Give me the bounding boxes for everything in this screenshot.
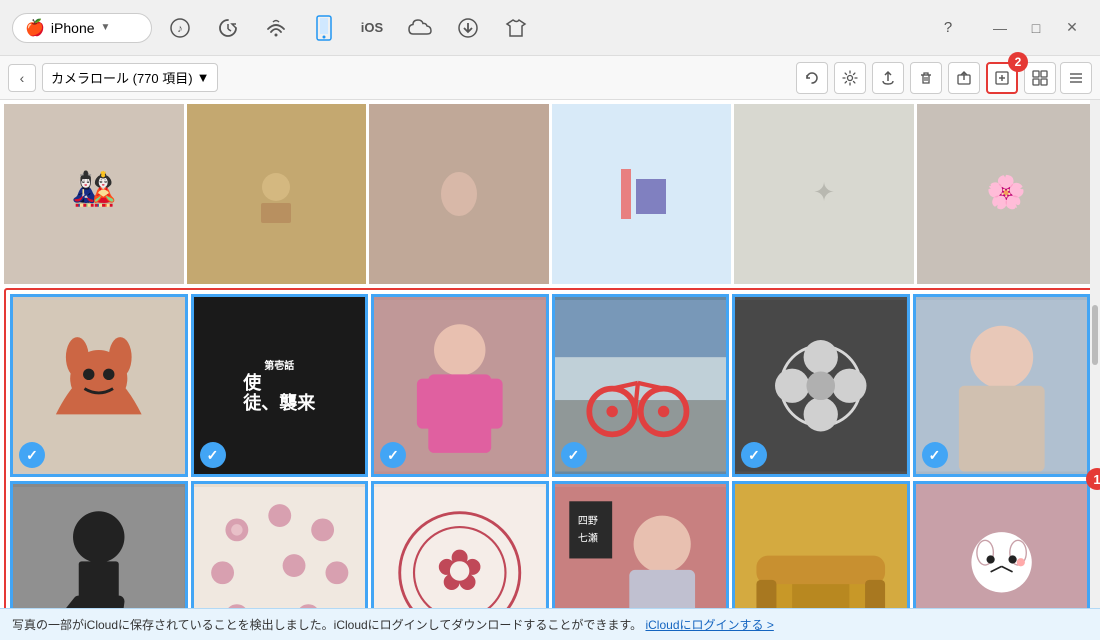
album-selector[interactable]: カメラロール (770 項目) ▼	[42, 63, 218, 92]
selection-border: 1 ✓ 第壱話 使徒、襲来 ✓	[4, 288, 1096, 609]
photo-item[interactable]: 🌸	[917, 104, 1097, 284]
shirt-icon[interactable]	[496, 8, 536, 48]
photo-item[interactable]: ✓	[191, 481, 369, 608]
photo-item[interactable]: 🎎	[4, 104, 184, 284]
main-content: 🎎 ✦ 🌸	[0, 100, 1100, 608]
photo-item[interactable]	[187, 104, 367, 284]
album-name-label: カメラロール (770 項目)	[51, 68, 193, 87]
svg-text:四野: 四野	[577, 515, 597, 527]
download-icon[interactable]	[448, 8, 488, 48]
scroll-thumb[interactable]	[1092, 305, 1098, 365]
svg-text:✿: ✿	[436, 539, 484, 603]
notification-bar: 写真の一部がiCloudに保存されていることを検出しました。iCloudにログイ…	[0, 608, 1100, 640]
ios-icon[interactable]: iOS	[352, 8, 392, 48]
list-view-button[interactable]	[1060, 62, 1092, 94]
help-icon[interactable]: ?	[928, 8, 968, 48]
photo-item[interactable]: 第壱話 使徒、襲来 ✓	[191, 294, 369, 478]
photo-item[interactable]: ✿ ✓	[371, 481, 549, 608]
scrollbar[interactable]	[1090, 100, 1100, 608]
svg-text:♪: ♪	[177, 23, 183, 35]
badge-2: 2	[1008, 52, 1028, 72]
export-button[interactable]	[948, 62, 980, 94]
check-icon: ✓	[380, 442, 406, 468]
upload-button[interactable]	[872, 62, 904, 94]
svg-text:七瀬: 七瀬	[577, 532, 597, 544]
phone-icon[interactable]	[304, 8, 344, 48]
icloud-login-link[interactable]: iCloudにログインする >	[645, 616, 773, 633]
top-photo-row: 🎎 ✦ 🌸	[0, 100, 1100, 286]
device-selector[interactable]: 🍎 iPhone ▼	[12, 13, 152, 43]
photo-item[interactable]: ✓	[371, 294, 549, 478]
check-icon: ✓	[200, 442, 226, 468]
selected-region: 1 ✓ 第壱話 使徒、襲来 ✓	[0, 288, 1100, 609]
secondary-toolbar: ‹ カメラロール (770 項目) ▼ 2	[0, 56, 1100, 100]
svg-text:✦: ✦	[813, 177, 835, 207]
device-name-label: iPhone	[51, 20, 95, 36]
photo-item[interactable]: ✓	[913, 294, 1091, 478]
cloud-icon[interactable]	[400, 8, 440, 48]
view-toggle	[1024, 62, 1092, 94]
back-button[interactable]: ‹	[8, 64, 36, 92]
maximize-button[interactable]: □	[1020, 12, 1052, 44]
photo-item[interactable]: ✓	[10, 294, 188, 478]
photo-item[interactable]: hello,hello kitty ✓	[913, 481, 1091, 608]
check-icon: ✓	[561, 442, 587, 468]
photo-item[interactable]	[552, 104, 732, 284]
apple-logo-icon: 🍎	[25, 18, 45, 38]
top-toolbar: 🍎 iPhone ▼ ♪ iOS ? — □ ✕	[0, 0, 1100, 56]
album-dropdown-arrow: ▼	[197, 70, 210, 85]
refresh-button[interactable]	[796, 62, 828, 94]
wifi-sync-icon[interactable]	[256, 8, 296, 48]
photo-item[interactable]: ✦	[734, 104, 914, 284]
selected-row-1: ✓ 第壱話 使徒、襲来 ✓ ✓	[6, 290, 1094, 480]
window-controls: — □ ✕	[984, 12, 1088, 44]
grid-view-button[interactable]	[1024, 62, 1056, 94]
check-icon: ✓	[741, 442, 767, 468]
photo-item[interactable]: ✓	[552, 294, 730, 478]
photo-item[interactable]: ✓	[732, 294, 910, 478]
delete-button[interactable]	[910, 62, 942, 94]
history-icon[interactable]	[208, 8, 248, 48]
settings-button[interactable]	[834, 62, 866, 94]
device-dropdown-arrow: ▼	[101, 22, 111, 33]
svg-text:🎎: 🎎	[71, 168, 116, 209]
notification-text: 写真の一部がiCloudに保存されていることを検出しました。iCloudにログイ…	[12, 616, 642, 633]
selected-row-2: ✓ ✓ ✿ ✓	[6, 479, 1094, 608]
photo-item[interactable]: ✓	[10, 481, 188, 608]
minimize-button[interactable]: —	[984, 12, 1016, 44]
check-icon: ✓	[19, 442, 45, 468]
close-button[interactable]: ✕	[1056, 12, 1088, 44]
photo-item[interactable]	[369, 104, 549, 284]
photo-item[interactable]: ✓	[732, 481, 910, 608]
music-icon[interactable]: ♪	[160, 8, 200, 48]
check-icon: ✓	[922, 442, 948, 468]
photo-item[interactable]: 四野七瀬 ✓	[552, 481, 730, 608]
svg-text:🌸: 🌸	[986, 174, 1026, 210]
